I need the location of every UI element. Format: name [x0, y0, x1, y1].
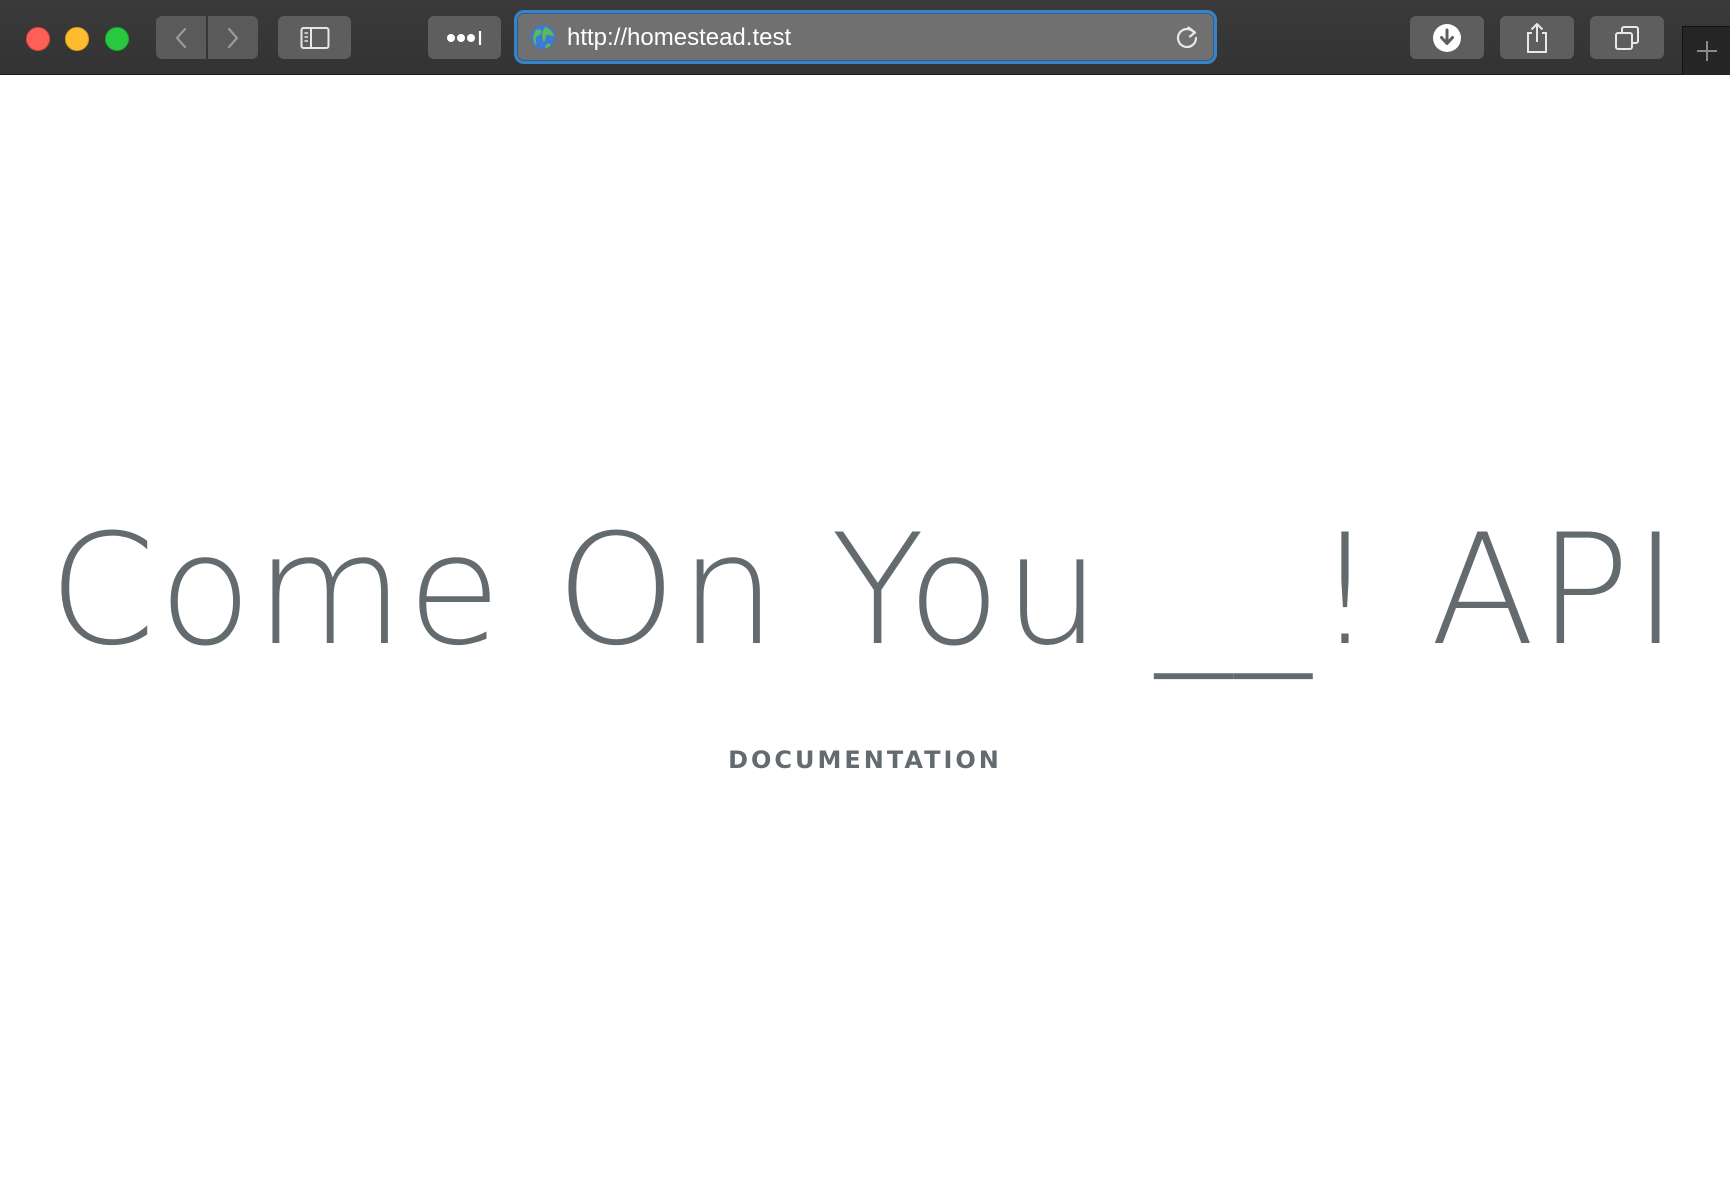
globe-icon	[531, 25, 555, 49]
browser-window: http://homestead.test Come On You __! AP…	[0, 0, 1730, 1204]
new-tab-button[interactable]	[1682, 26, 1730, 75]
page-title: Come On You __! API	[48, 502, 1682, 680]
downloads-button[interactable]	[1410, 16, 1484, 59]
sidebar-button[interactable]	[278, 16, 351, 59]
zoom-window-button[interactable]	[105, 27, 129, 51]
sidebar-icon	[300, 26, 329, 49]
reload-icon[interactable]	[1174, 24, 1200, 50]
browser-toolbar: http://homestead.test	[0, 0, 1730, 75]
plus-icon	[1696, 41, 1717, 61]
more-dots-icon	[446, 30, 481, 45]
page-content: Come On You __! API DOCUMENTATION	[0, 76, 1730, 1204]
extensions-button[interactable]	[428, 16, 501, 59]
share-button[interactable]	[1500, 16, 1574, 59]
tab-overview-icon	[1615, 25, 1639, 50]
close-window-button[interactable]	[26, 27, 50, 51]
download-icon	[1433, 23, 1461, 52]
navigation-buttons	[156, 16, 258, 59]
chevron-left-icon	[175, 27, 187, 48]
forward-button[interactable]	[208, 16, 258, 59]
minimize-window-button[interactable]	[65, 27, 89, 51]
share-icon	[1527, 22, 1547, 53]
address-bar[interactable]: http://homestead.test	[514, 10, 1217, 64]
tab-overview-button[interactable]	[1590, 16, 1664, 59]
back-button[interactable]	[156, 16, 206, 59]
url-text[interactable]: http://homestead.test	[567, 25, 791, 51]
documentation-link[interactable]: DOCUMENTATION	[0, 746, 1730, 774]
chevron-right-icon	[227, 27, 239, 48]
